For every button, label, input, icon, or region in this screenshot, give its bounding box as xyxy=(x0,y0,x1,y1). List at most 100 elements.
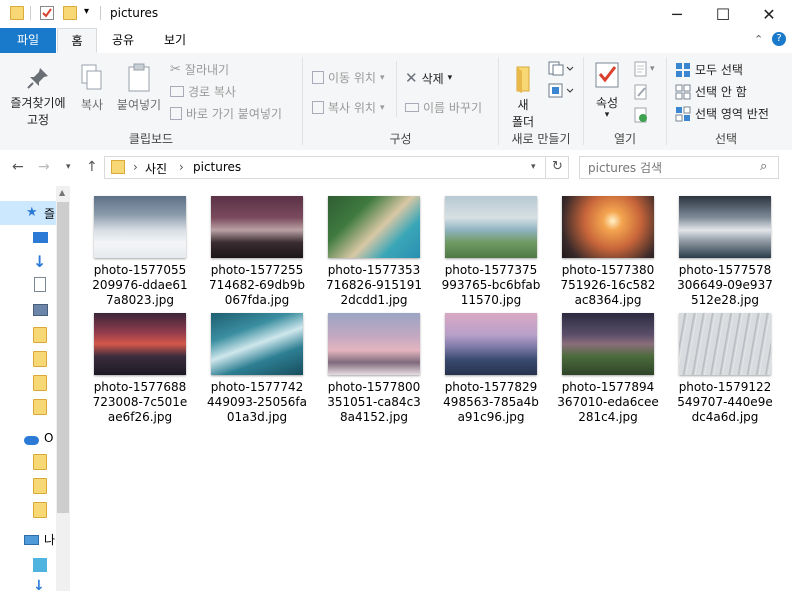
file-item[interactable]: photo-1577055 209976-ddae61 7a8023.jpg xyxy=(86,196,194,308)
folder-icon[interactable] xyxy=(33,454,47,470)
customize-quick-access-icon[interactable]: ▾ xyxy=(84,6,89,17)
title-bar: ▾ pictures ─ ☐ ✕ xyxy=(0,0,792,28)
file-item[interactable]: photo-1577380 751926-16c582 ac8364.jpg xyxy=(554,196,662,308)
nav-quick-access[interactable]: ★ 즐 xyxy=(0,201,56,225)
search-icon: ⌕ xyxy=(760,159,768,174)
window-title: pictures xyxy=(110,6,159,20)
up-button[interactable]: ↑ xyxy=(86,159,98,175)
collapse-ribbon-icon[interactable]: ⌃ xyxy=(754,33,763,46)
tab-file[interactable]: 파일 xyxy=(0,28,56,53)
history-icon[interactable] xyxy=(633,107,649,126)
copy-path-button[interactable]: 경로 복사 xyxy=(170,83,236,100)
close-button[interactable]: ✕ xyxy=(746,0,792,28)
folder-icon[interactable] xyxy=(33,375,47,391)
new-folder-quick-icon[interactable] xyxy=(63,6,77,20)
star-icon: ★ xyxy=(26,205,38,220)
properties-button[interactable]: 속성 ▾ xyxy=(590,61,624,120)
nav-this-pc[interactable]: 나 xyxy=(24,533,55,548)
recent-locations-button[interactable]: ▾ xyxy=(66,162,71,172)
forward-button[interactable]: → xyxy=(38,159,50,175)
downloads-icon[interactable]: ↓ xyxy=(33,578,45,594)
breadcrumb-pictures-folder[interactable]: 사진 xyxy=(145,160,167,177)
folder-icon[interactable] xyxy=(33,478,47,494)
file-item[interactable]: photo-1579122 549707-440e9e dc4a6d.jpg xyxy=(671,313,779,425)
tab-view[interactable]: 보기 xyxy=(152,28,198,53)
pin-icon xyxy=(27,68,48,89)
help-icon[interactable]: ? xyxy=(772,32,786,46)
ribbon-tabs: 파일 홈 공유 보기 ⌃ ? xyxy=(0,28,792,54)
search-input[interactable] xyxy=(579,156,779,179)
group-label-organize: 구성 xyxy=(389,132,412,146)
paste-button[interactable]: 붙여넣기 xyxy=(114,63,164,113)
open-dropdown-icon[interactable]: ▾ xyxy=(650,64,655,74)
thumbnail-snow-peaks xyxy=(679,196,771,258)
pictures-icon[interactable] xyxy=(33,304,48,316)
copy-button[interactable]: 복사 xyxy=(76,63,108,113)
shortcut-icon xyxy=(170,107,182,120)
address-dropdown-icon[interactable]: ▾ xyxy=(531,162,536,172)
minimize-button[interactable]: ─ xyxy=(654,0,700,28)
address-bar[interactable]: › 사진 › pictures ▾ ↻ xyxy=(104,156,569,179)
rename-button[interactable]: 이름 바꾸기 xyxy=(405,99,482,116)
cloud-icon xyxy=(24,436,39,445)
folder-icon[interactable] xyxy=(33,351,47,367)
group-label-clipboard: 클립보드 xyxy=(128,132,174,146)
ribbon: 즐겨찾기에 고정 복사 붙여넣기 ✂ 잘라내기 경로 복사 바로 가기 붙여넣기 … xyxy=(0,53,792,151)
file-item[interactable]: photo-1577375 993765-bc6bfab 11570.jpg xyxy=(437,196,545,308)
edit-icon[interactable] xyxy=(633,84,649,103)
delete-button[interactable]: ✕ 삭제 ▾ xyxy=(405,69,452,87)
invert-selection-button[interactable]: 선택 영역 반전 xyxy=(675,105,769,122)
file-item[interactable]: photo-1577688 723008-7c501e ae6f26.jpg xyxy=(86,313,194,425)
folder-icon[interactable] xyxy=(33,399,47,415)
desktop-icon[interactable] xyxy=(33,232,48,243)
new-folder-icon xyxy=(516,66,530,93)
folder-icon[interactable] xyxy=(33,502,47,518)
maximize-button[interactable]: ☐ xyxy=(700,0,746,28)
tab-home[interactable]: 홈 xyxy=(57,28,97,53)
move-to-button[interactable]: 이동 위치 ▾ xyxy=(312,69,385,86)
file-item[interactable]: photo-1577255 714682-69db9b 067fda.jpg xyxy=(203,196,311,308)
pin-to-quick-access-button[interactable]: 즐겨찾기에 고정 xyxy=(6,65,70,128)
thumbnail-wave xyxy=(211,313,303,375)
breadcrumb-pictures[interactable]: pictures xyxy=(193,160,241,174)
file-item[interactable]: photo-1577800 351051-ca84c3 8a4152.jpg xyxy=(320,313,428,425)
file-item[interactable]: photo-1577353 716826-915191 2dcdd1.jpg xyxy=(320,196,428,308)
thumbnail-waterfall xyxy=(94,196,186,258)
select-all-button[interactable]: 모두 선택 xyxy=(675,61,743,78)
folder-icon[interactable] xyxy=(33,327,47,343)
rename-icon xyxy=(405,103,419,112)
thumbnail-pink-mountains xyxy=(328,313,420,375)
new-folder-button[interactable]: 새 폴더 xyxy=(508,63,538,130)
group-label-new: 새로 만들기 xyxy=(511,132,571,146)
move-to-icon xyxy=(312,71,324,84)
scroll-up-icon[interactable]: ▲ xyxy=(59,188,65,197)
documents-icon[interactable] xyxy=(34,277,46,292)
back-button[interactable]: ← xyxy=(12,159,24,175)
downloads-icon[interactable]: ↓ xyxy=(33,252,46,271)
file-item[interactable]: photo-1577742 449093-25056fa 01a3d.jpg xyxy=(203,313,311,425)
file-item[interactable]: photo-1577829 498563-785a4b a91c96.jpg xyxy=(437,313,545,425)
thumbnail-beach xyxy=(328,196,420,258)
properties-quick-icon[interactable] xyxy=(40,6,54,20)
thumbnail-building xyxy=(679,313,771,375)
3d-objects-icon[interactable] xyxy=(33,558,47,572)
thumbnail-mountain-dusk xyxy=(211,196,303,258)
thumbnail-sunset-city xyxy=(562,196,654,258)
tab-share[interactable]: 공유 xyxy=(100,28,146,53)
select-none-button[interactable]: 선택 안 함 xyxy=(675,83,747,100)
select-all-icon xyxy=(676,62,690,77)
paste-shortcut-button[interactable]: 바로 가기 붙여넣기 xyxy=(170,105,282,122)
nav-onedrive[interactable]: O xyxy=(24,431,53,448)
select-none-icon xyxy=(675,84,691,99)
easy-access-icon[interactable] xyxy=(548,83,574,102)
thumbnail-red-sunset xyxy=(94,313,186,375)
refresh-icon[interactable]: ↻ xyxy=(552,159,563,174)
copy-to-button[interactable]: 복사 위치 ▾ xyxy=(312,99,385,116)
file-item[interactable]: photo-1577894 367010-eda6cee 281c4.jpg xyxy=(554,313,662,425)
file-item[interactable]: photo-1577578 306649-09e937 512e28.jpg xyxy=(671,196,779,308)
open-icon[interactable] xyxy=(633,61,649,80)
copy-icon xyxy=(81,64,102,90)
cut-button[interactable]: ✂ 잘라내기 xyxy=(170,61,229,78)
new-item-icon[interactable] xyxy=(548,61,574,80)
nav-scrollbar-thumb[interactable] xyxy=(57,202,69,513)
